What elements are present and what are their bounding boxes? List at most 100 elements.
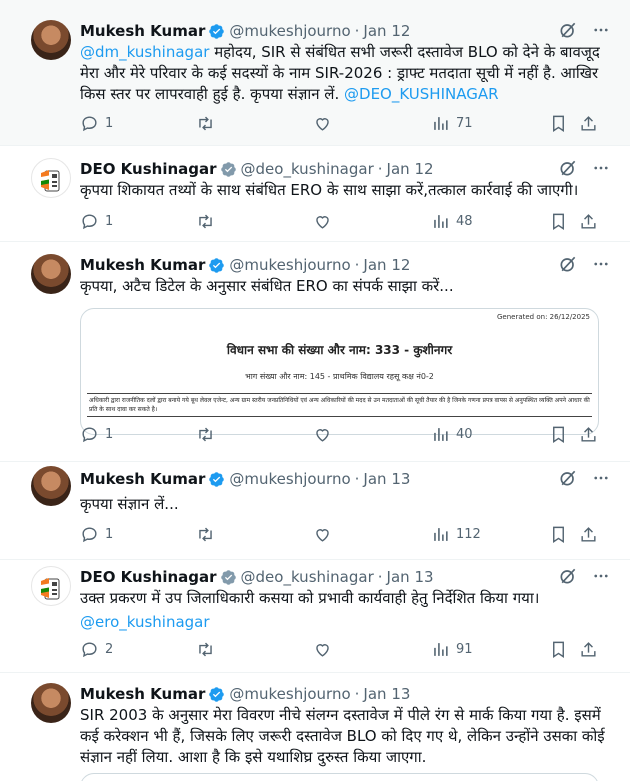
author-name[interactable]: DEO Kushinagar — [80, 160, 217, 178]
tweet-text: कृपया, अटैच डिटेल के अनुसार संबंधित ERO … — [80, 277, 454, 295]
retweet-button[interactable] — [196, 114, 215, 133]
views-button[interactable]: 48 — [431, 212, 473, 231]
like-button[interactable] — [313, 114, 332, 133]
bookmark-button[interactable] — [549, 212, 568, 231]
document-note: अधिकारी द्वारा राजनीतिक दलों द्वारा बनाय… — [87, 393, 592, 417]
author-name[interactable]: Mukesh Kumar — [80, 470, 205, 488]
like-button[interactable] — [313, 640, 332, 659]
share-button[interactable] — [579, 212, 598, 231]
author-handle[interactable]: @deo_kushinagar — [241, 160, 374, 178]
mention-link[interactable]: @dm_kushinagar — [80, 43, 209, 61]
avatar[interactable] — [31, 566, 71, 606]
grok-icon[interactable] — [558, 566, 578, 586]
author-handle[interactable]: @mukeshjourno — [229, 256, 350, 274]
bookmark-button[interactable] — [549, 114, 568, 133]
bookmark-icon — [549, 640, 568, 659]
attached-image[interactable] — [80, 773, 599, 781]
like-button[interactable] — [313, 525, 332, 544]
reply-count: 1 — [105, 214, 114, 229]
author-name[interactable]: Mukesh Kumar — [80, 22, 205, 40]
more-icon[interactable] — [592, 567, 610, 585]
avatar[interactable] — [31, 254, 71, 294]
tweet-date[interactable]: Jan 13 — [363, 685, 410, 703]
views-button[interactable]: 71 — [431, 114, 473, 133]
views-button[interactable]: 112 — [431, 525, 481, 544]
views-icon — [431, 425, 450, 444]
tweet-text: कृपया संज्ञान लें... — [80, 495, 179, 513]
reply-icon — [80, 114, 99, 133]
verified-badge-icon — [208, 257, 225, 274]
more-icon[interactable] — [592, 21, 610, 39]
retweet-button[interactable] — [196, 425, 215, 444]
author-handle[interactable]: @mukeshjourno — [229, 685, 350, 703]
tweet[interactable]: DEO Kushinagar @deo_kushinagar · Jan 12 … — [0, 146, 630, 242]
mention-link[interactable]: @DEO_KUSHINAGAR — [344, 85, 499, 103]
author-handle[interactable]: @mukeshjourno — [229, 470, 350, 488]
avatar[interactable] — [31, 158, 71, 198]
reply-count: 1 — [105, 427, 114, 442]
reply-button[interactable]: 1 — [80, 425, 113, 444]
reply-button[interactable]: 1 — [80, 212, 113, 231]
mention-link[interactable]: @ero_kushinagar — [80, 612, 610, 633]
tweet[interactable]: Mukesh Kumar @mukeshjourno · Jan 13 SIR … — [0, 673, 630, 781]
grok-icon[interactable] — [558, 468, 578, 488]
retweet-button[interactable] — [196, 640, 215, 659]
share-icon — [579, 640, 598, 659]
retweet-icon — [196, 425, 215, 444]
share-icon — [579, 425, 598, 444]
views-button[interactable]: 40 — [431, 425, 473, 444]
author-name[interactable]: Mukesh Kumar — [80, 685, 205, 703]
reply-button[interactable]: 1 — [80, 525, 113, 544]
like-button[interactable] — [313, 212, 332, 231]
views-button[interactable]: 91 — [431, 640, 473, 659]
bookmark-button[interactable] — [549, 525, 568, 544]
tweet[interactable]: DEO Kushinagar @deo_kushinagar · Jan 13 … — [0, 560, 630, 673]
attached-image[interactable]: Generated on: 26/12/2025 विधान सभा की सं… — [80, 308, 599, 435]
retweet-icon — [196, 525, 215, 544]
more-icon[interactable] — [592, 159, 610, 177]
tweet[interactable]: Mukesh Kumar @mukeshjourno · Jan 12 @dm_… — [0, 0, 630, 146]
share-button[interactable] — [579, 425, 598, 444]
tweet[interactable]: Mukesh Kumar @mukeshjourno · Jan 13 कृपय… — [0, 462, 630, 560]
tweet-date[interactable]: Jan 13 — [363, 470, 410, 488]
like-button[interactable] — [313, 425, 332, 444]
bookmark-button[interactable] — [549, 640, 568, 659]
like-icon — [313, 640, 332, 659]
retweet-button[interactable] — [196, 525, 215, 544]
retweet-icon — [196, 114, 215, 133]
avatar[interactable] — [31, 683, 71, 723]
header-icons — [558, 158, 610, 178]
document-subtitle: भाग संख्या और नाम: 145 - प्राथमिक विद्या… — [245, 372, 434, 381]
bookmark-button[interactable] — [549, 425, 568, 444]
retweet-button[interactable] — [196, 212, 215, 231]
tweet-text: उक्त प्रकरण में उप जिलाधिकारी कसया को प्… — [80, 588, 610, 633]
tweet-date[interactable]: Jan 12 — [363, 256, 410, 274]
like-icon — [313, 425, 332, 444]
reply-button[interactable]: 2 — [80, 640, 113, 659]
tweet-actions: 1 48 — [80, 212, 600, 234]
author-handle[interactable]: @deo_kushinagar — [241, 568, 374, 586]
grok-icon[interactable] — [558, 158, 578, 178]
grok-icon[interactable] — [558, 20, 578, 40]
verified-badge-icon — [208, 471, 225, 488]
tweet-date[interactable]: Jan 12 — [363, 22, 410, 40]
more-icon[interactable] — [592, 255, 610, 273]
avatar[interactable] — [31, 466, 71, 506]
avatar[interactable] — [31, 20, 71, 60]
grok-icon[interactable] — [558, 254, 578, 274]
separator: · — [377, 160, 383, 178]
tweet[interactable]: Mukesh Kumar @mukeshjourno · Jan 12 कृपय… — [0, 242, 630, 462]
share-button[interactable] — [579, 525, 598, 544]
tweet-date[interactable]: Jan 12 — [387, 160, 434, 178]
reply-icon — [80, 425, 99, 444]
more-icon[interactable] — [592, 469, 610, 487]
author-handle[interactable]: @mukeshjourno — [229, 22, 350, 40]
share-button[interactable] — [579, 640, 598, 659]
author-name[interactable]: DEO Kushinagar — [80, 568, 217, 586]
header-icons — [558, 254, 610, 274]
share-button[interactable] — [579, 114, 598, 133]
author-name[interactable]: Mukesh Kumar — [80, 256, 205, 274]
tweet-date[interactable]: Jan 13 — [387, 568, 434, 586]
reply-button[interactable]: 1 — [80, 114, 113, 133]
reply-count: 1 — [105, 116, 114, 131]
